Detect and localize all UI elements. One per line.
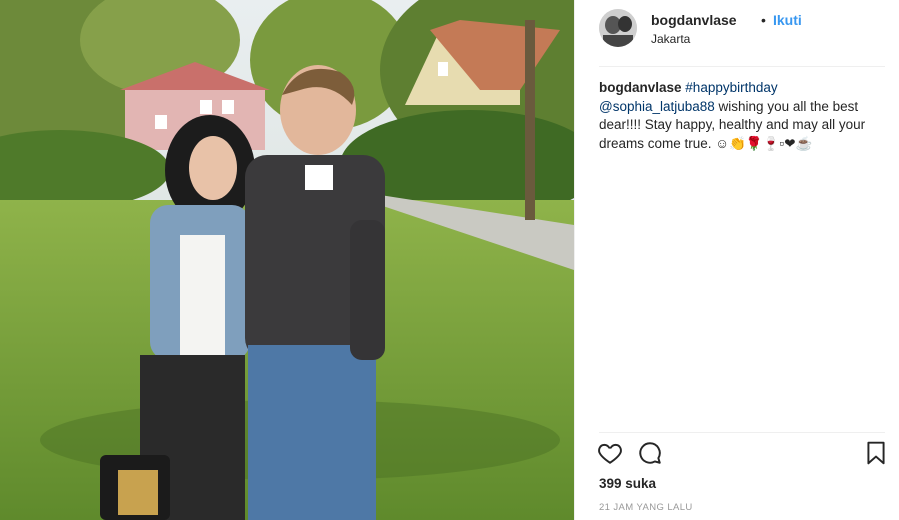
bookmark-icon: [867, 441, 885, 465]
caption-hashtag[interactable]: #happybirthday: [685, 80, 777, 95]
avatar-image: [599, 9, 637, 47]
post-caption: bogdanvlase #happybirthday @sophia_latju…: [599, 79, 879, 153]
caption-username[interactable]: bogdanvlase: [599, 80, 682, 95]
comment-bubble-icon: [639, 442, 661, 464]
header-divider: [599, 66, 885, 67]
post-header: bogdanvlase • Ikuti Jakarta: [575, 0, 899, 66]
post-photo[interactable]: [0, 0, 574, 520]
heart-outline-icon: [598, 443, 622, 464]
post-timestamp: 21 JAM YANG LALU: [599, 502, 693, 513]
actions-divider: [599, 432, 885, 433]
separator-dot: •: [761, 12, 766, 28]
post-photo-image: [0, 0, 574, 520]
follow-button[interactable]: Ikuti: [773, 12, 802, 28]
author-username[interactable]: bogdanvlase: [651, 12, 737, 28]
avatar[interactable]: [599, 9, 637, 47]
post-detail-panel: bogdanvlase • Ikuti Jakarta bogdanvlase …: [574, 0, 899, 520]
location-link[interactable]: Jakarta: [651, 32, 690, 46]
save-button[interactable]: [863, 440, 891, 468]
like-button[interactable]: [597, 440, 625, 468]
caption-mention[interactable]: @sophia_latjuba88: [599, 99, 715, 114]
comment-button[interactable]: [637, 440, 665, 468]
post-actions: [595, 440, 895, 470]
likes-count[interactable]: 399 suka: [599, 476, 656, 491]
